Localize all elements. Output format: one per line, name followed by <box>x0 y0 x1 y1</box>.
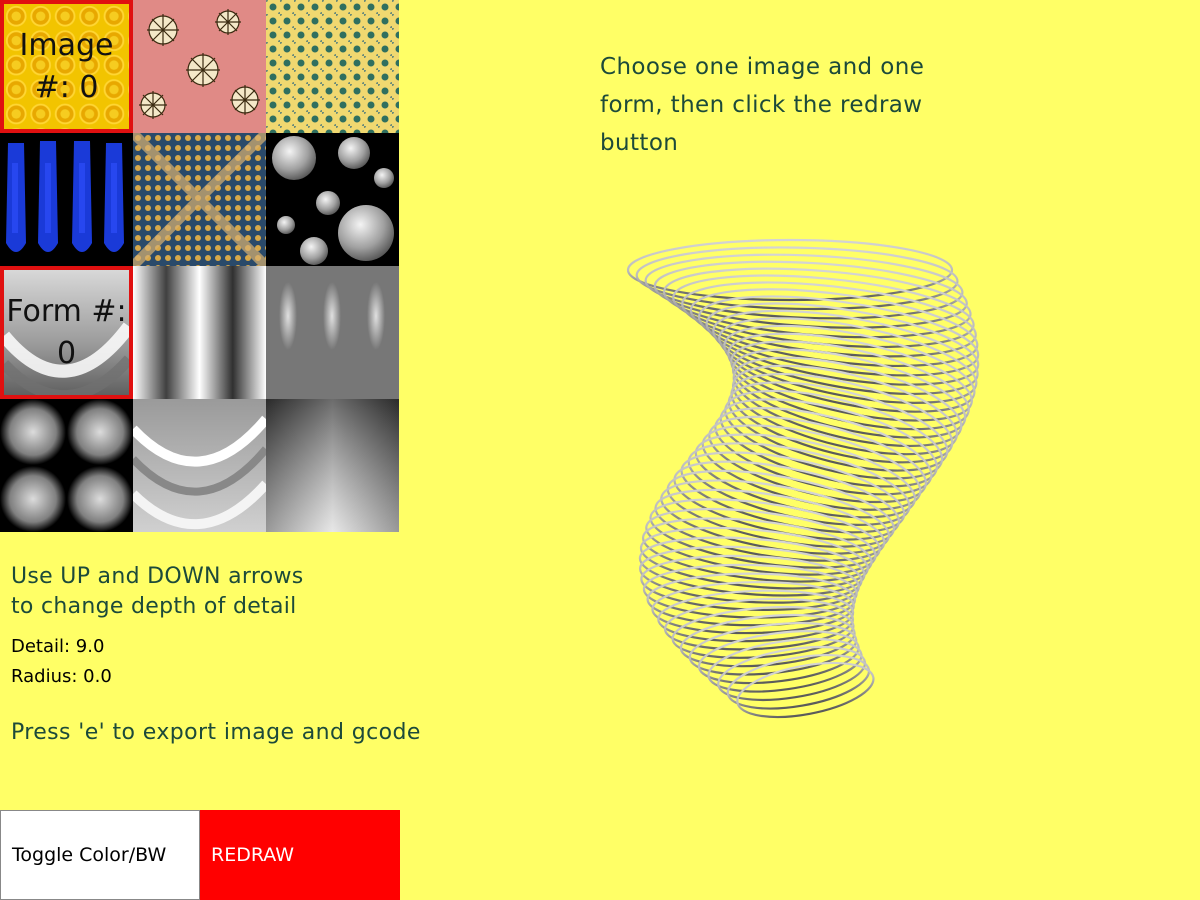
form-tile-0[interactable]: Form #: 0 <box>0 266 133 399</box>
image-tile-1[interactable] <box>133 0 266 133</box>
image-tile-4[interactable] <box>133 133 266 266</box>
form-thumbnail <box>133 399 266 532</box>
texture-thumbnail <box>0 133 133 266</box>
form-tile-4[interactable] <box>133 399 266 532</box>
form-thumbnail <box>0 399 133 532</box>
image-tile-0[interactable]: Image #: 0 <box>0 0 133 133</box>
texture-thumbnail <box>266 133 399 266</box>
texture-thumbnail <box>133 133 266 266</box>
form-tile-2[interactable] <box>266 266 399 399</box>
form-thumbnail <box>133 266 266 399</box>
image-number-label: Image #: 0 <box>19 27 114 105</box>
texture-thumbnail <box>266 0 399 133</box>
texture-thumbnail <box>133 0 266 133</box>
radius-value: Radius: 0.0 <box>11 666 112 687</box>
form-tile-3[interactable] <box>0 399 133 532</box>
form-tile-1[interactable] <box>133 266 266 399</box>
arrow-keys-help-line1: Use UP and DOWN arrows <box>11 564 304 589</box>
detail-value: Detail: 9.0 <box>11 636 105 657</box>
form-tile-5[interactable] <box>266 399 399 532</box>
arrow-keys-help-line2: to change depth of detail <box>11 594 297 619</box>
redraw-button[interactable]: REDRAW <box>200 810 400 900</box>
arrow-keys-help: Use UP and DOWN arrows to change depth o… <box>11 562 304 622</box>
form-number-label: Form #: 0 <box>6 293 127 371</box>
redraw-instructions: Choose one image and one form, then clic… <box>600 54 925 156</box>
spiral-rings <box>626 238 980 719</box>
image-tile-5[interactable] <box>266 133 399 266</box>
image-tile-3[interactable] <box>0 133 133 266</box>
toggle-color-bw-button[interactable]: Toggle Color/BW <box>0 810 200 900</box>
form-thumbnail <box>266 399 399 532</box>
spiral-ring <box>736 661 875 719</box>
form-thumbnail <box>266 266 399 399</box>
export-help: Press 'e' to export image and gcode <box>11 720 421 745</box>
form-render-preview <box>626 238 980 719</box>
image-tile-2[interactable] <box>266 0 399 133</box>
